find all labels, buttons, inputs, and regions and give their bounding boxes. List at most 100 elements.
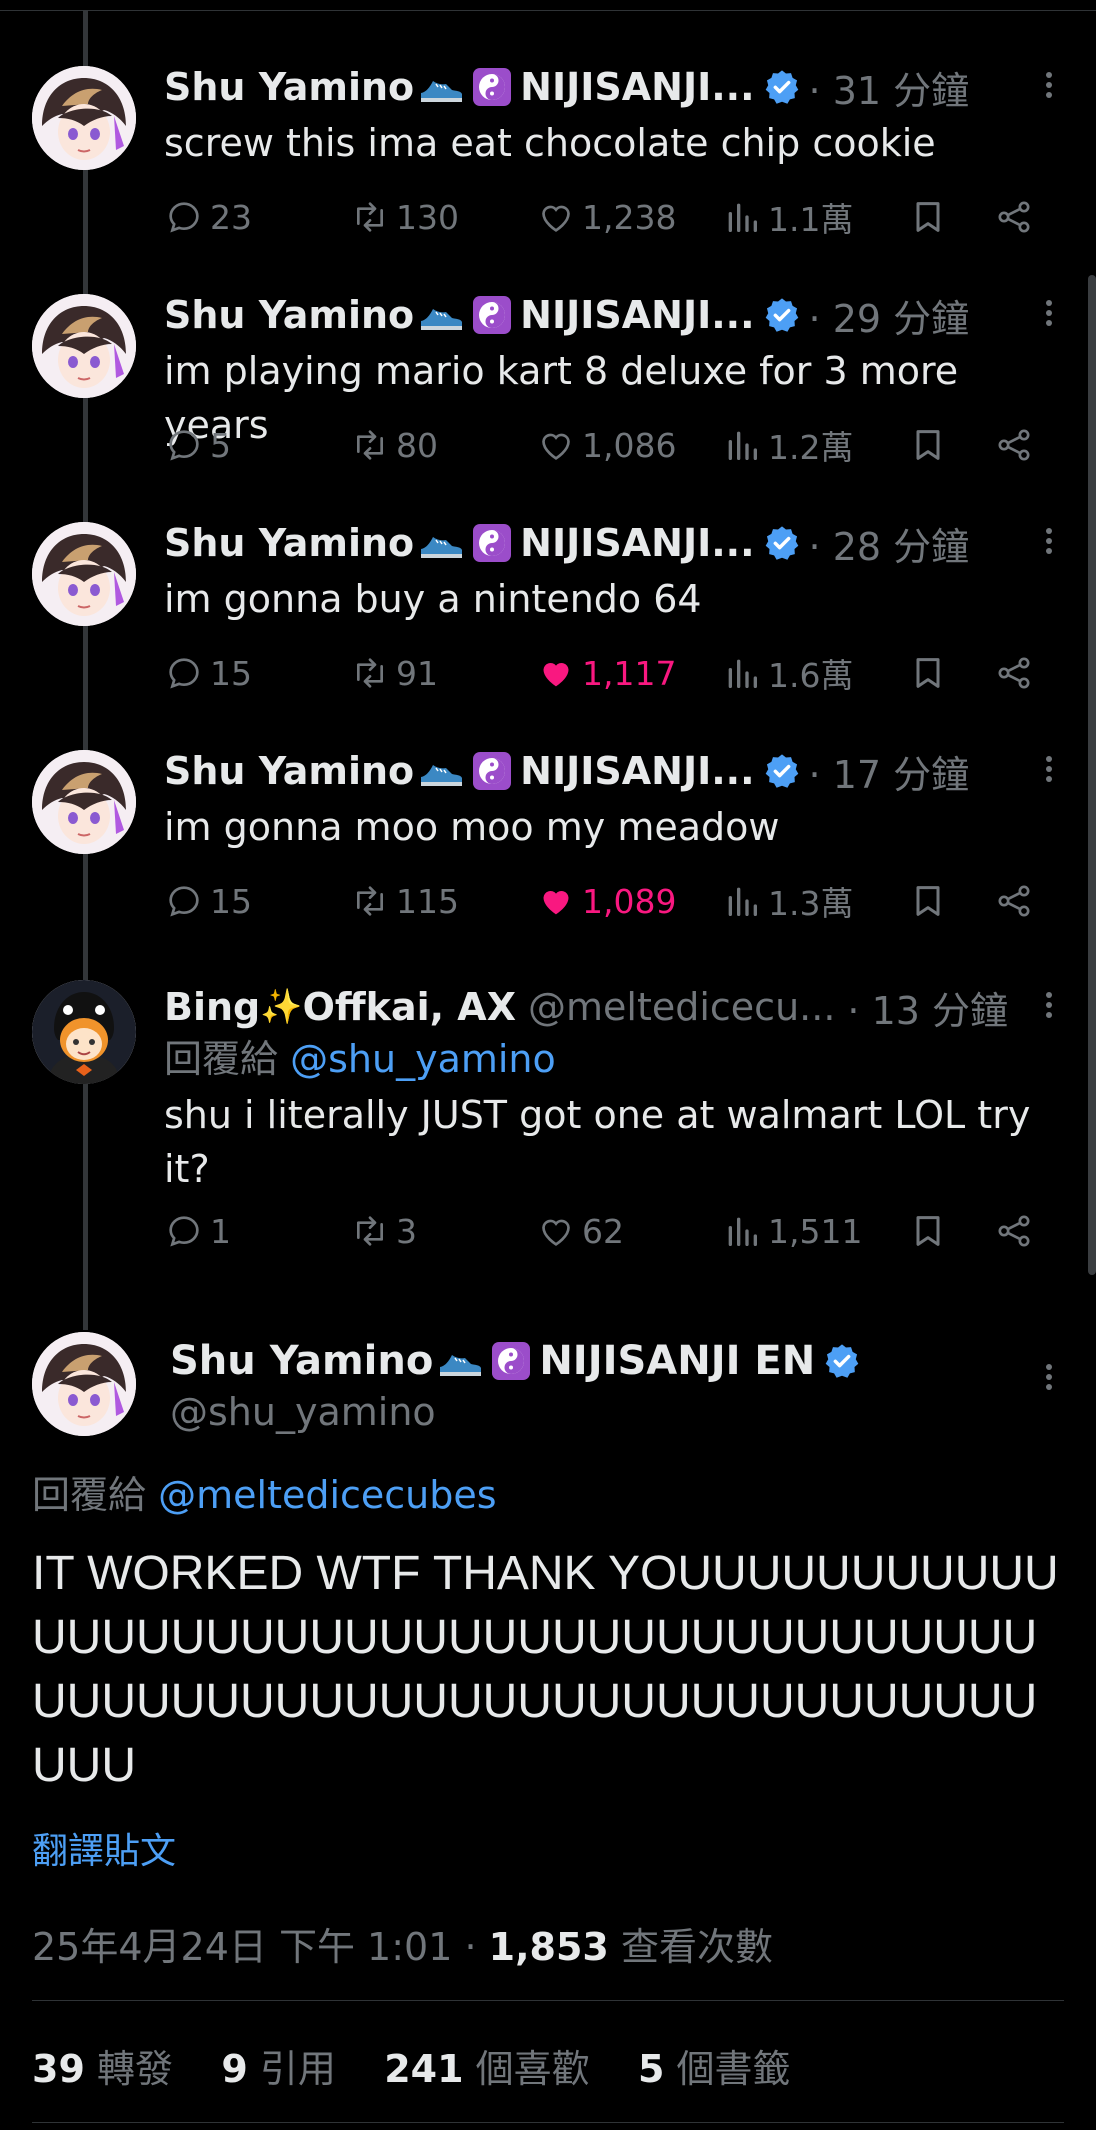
retweet-count: 115 bbox=[396, 881, 459, 921]
reply-count: 15 bbox=[210, 881, 252, 921]
translate-post-link[interactable]: 翻譯貼文 bbox=[32, 1822, 176, 1874]
bookmark-button[interactable] bbox=[908, 648, 954, 698]
retweet-button[interactable]: 91 bbox=[350, 648, 438, 698]
author-handle[interactable]: @meltedicecu... bbox=[528, 985, 835, 1029]
sparkles-icon: ✨ bbox=[260, 987, 303, 1027]
running-shoe-icon bbox=[418, 751, 464, 791]
reply-prefix: 回覆給 bbox=[164, 1037, 279, 1081]
avatar-image bbox=[32, 750, 136, 854]
retweet-icon bbox=[350, 425, 390, 465]
avatar[interactable] bbox=[32, 750, 136, 854]
avatar[interactable] bbox=[32, 66, 136, 170]
retweets-label: 轉發 bbox=[96, 2047, 173, 2091]
author-name-suffix[interactable]: NIJISANJI... bbox=[520, 521, 754, 565]
quotes-stat[interactable]: 9 引用 bbox=[221, 2047, 336, 2091]
author-name[interactable]: Shu Yamino bbox=[164, 293, 414, 337]
share-button[interactable] bbox=[994, 648, 1040, 698]
more-options-icon[interactable] bbox=[1042, 988, 1056, 1028]
reply-button[interactable]: 5 bbox=[164, 420, 231, 470]
views-button[interactable]: 1.1萬 bbox=[722, 192, 853, 242]
retweets-stat[interactable]: 39 轉發 bbox=[32, 2047, 173, 2091]
like-count: 1,089 bbox=[582, 881, 677, 921]
action-bar: 15 91 1,117 1.6萬 bbox=[164, 648, 1066, 698]
retweet-count: 80 bbox=[396, 425, 438, 465]
reply-button[interactable]: 15 bbox=[164, 876, 252, 926]
author-name-suffix[interactable]: NIJISANJI... bbox=[520, 65, 754, 109]
bookmark-button[interactable] bbox=[908, 420, 954, 470]
author-name[interactable]: Shu Yamino bbox=[164, 749, 414, 793]
author-name-rest[interactable]: Offkai, AX bbox=[303, 985, 516, 1029]
reply-to-link[interactable]: @meltedicecubes bbox=[158, 1473, 496, 1517]
views-button[interactable]: 1.2萬 bbox=[722, 420, 853, 470]
tweet-time[interactable]: · 28 分鐘 bbox=[809, 518, 970, 569]
tweet-header: Shu Yamino NIJISANJI... · 29 分鐘 bbox=[164, 290, 1016, 340]
engagement-stats: 39 轉發 9 引用 241 個喜歡 5 個書籤 bbox=[32, 2038, 791, 2093]
like-button[interactable]: 62 bbox=[536, 1206, 624, 1256]
scrollbar[interactable] bbox=[1088, 275, 1096, 1275]
likes-stat[interactable]: 241 個喜歡 bbox=[384, 2047, 589, 2091]
avatar[interactable] bbox=[32, 294, 136, 398]
bookmark-button[interactable] bbox=[908, 192, 954, 242]
tweet-text: screw this ima eat chocolate chip cookie bbox=[164, 121, 936, 165]
bookmark-button[interactable] bbox=[908, 1206, 954, 1256]
like-count: 1,086 bbox=[582, 425, 677, 465]
more-options-icon[interactable] bbox=[1042, 296, 1056, 336]
retweet-button[interactable]: 130 bbox=[350, 192, 459, 242]
retweet-button[interactable]: 80 bbox=[350, 420, 438, 470]
reply-button[interactable]: 15 bbox=[164, 648, 252, 698]
yin-yang-icon bbox=[472, 295, 512, 335]
reply-button[interactable]: 23 bbox=[164, 192, 252, 242]
more-options-icon[interactable] bbox=[1042, 524, 1056, 564]
author-handle[interactable]: @shu_yamino bbox=[170, 1390, 436, 1434]
tweet-time[interactable]: · 31 分鐘 bbox=[809, 62, 970, 113]
views-count: 1.2萬 bbox=[768, 428, 854, 467]
reply-to-link[interactable]: @shu_yamino bbox=[290, 1037, 556, 1081]
like-button[interactable]: 1,089 bbox=[536, 876, 676, 926]
author-name-suffix[interactable]: NIJISANJI EN bbox=[539, 1338, 815, 1384]
share-button[interactable] bbox=[994, 420, 1040, 470]
running-shoe-icon bbox=[418, 67, 464, 107]
bookmark-icon bbox=[908, 197, 948, 237]
action-bar: 15 115 1,089 1.3萬 bbox=[164, 876, 1066, 926]
avatar[interactable] bbox=[32, 980, 136, 1084]
share-button[interactable] bbox=[994, 876, 1040, 926]
retweet-button[interactable]: 115 bbox=[350, 876, 459, 926]
bookmarks-stat[interactable]: 5 個書籤 bbox=[638, 2047, 791, 2091]
views-button[interactable]: 1.3萬 bbox=[722, 876, 853, 926]
author-name[interactable]: Bing bbox=[164, 985, 260, 1029]
more-options-icon[interactable] bbox=[1042, 68, 1056, 108]
author-name[interactable]: Shu Yamino bbox=[164, 65, 414, 109]
share-button[interactable] bbox=[994, 1206, 1040, 1256]
reply-button[interactable]: 1 bbox=[164, 1206, 231, 1256]
tweet-text: shu i literally JUST got one at walmart … bbox=[164, 1093, 1031, 1191]
author-name[interactable]: Shu Yamino bbox=[164, 521, 414, 565]
more-options-icon[interactable] bbox=[1042, 752, 1056, 792]
author-name-suffix[interactable]: NIJISANJI... bbox=[520, 293, 754, 337]
tweet-time[interactable]: · 29 分鐘 bbox=[809, 290, 970, 341]
tweet-time[interactable]: · 17 分鐘 bbox=[809, 746, 970, 797]
tweet-text: im gonna buy a nintendo 64 bbox=[164, 577, 702, 621]
share-icon bbox=[994, 1211, 1034, 1251]
share-button[interactable] bbox=[994, 192, 1040, 242]
author-name-row[interactable]: Shu Yamino NIJISANJI EN bbox=[170, 1338, 869, 1384]
author-name[interactable]: Shu Yamino bbox=[170, 1338, 433, 1384]
tweet-date[interactable]: 25年4月24日 下午 1:01 bbox=[32, 1925, 452, 1969]
author-name-suffix[interactable]: NIJISANJI... bbox=[520, 749, 754, 793]
more-options-icon[interactable] bbox=[1042, 1360, 1056, 1400]
retweets-number: 39 bbox=[32, 2047, 85, 2091]
retweet-button[interactable]: 3 bbox=[350, 1206, 417, 1256]
views-button[interactable]: 1,511 bbox=[722, 1206, 862, 1256]
avatar[interactable] bbox=[32, 522, 136, 626]
reply-icon bbox=[164, 1211, 204, 1251]
tweet-meta: 25年4月24日 下午 1:01 · 1,853 查看次數 bbox=[32, 1925, 773, 1969]
like-button[interactable]: 1,238 bbox=[536, 192, 676, 242]
bookmark-button[interactable] bbox=[908, 876, 954, 926]
tweet-header: Bing ✨ Offkai, AX @meltedicecu... · 13 分… bbox=[164, 982, 1016, 1032]
reply-icon bbox=[164, 653, 204, 693]
like-button[interactable]: 1,086 bbox=[536, 420, 676, 470]
like-button[interactable]: 1,117 bbox=[536, 648, 676, 698]
tweet-time[interactable]: · 13 分鐘 bbox=[847, 982, 1008, 1033]
views-button[interactable]: 1.6萬 bbox=[722, 648, 853, 698]
bookmark-icon bbox=[908, 1211, 948, 1251]
avatar[interactable] bbox=[32, 1332, 136, 1436]
